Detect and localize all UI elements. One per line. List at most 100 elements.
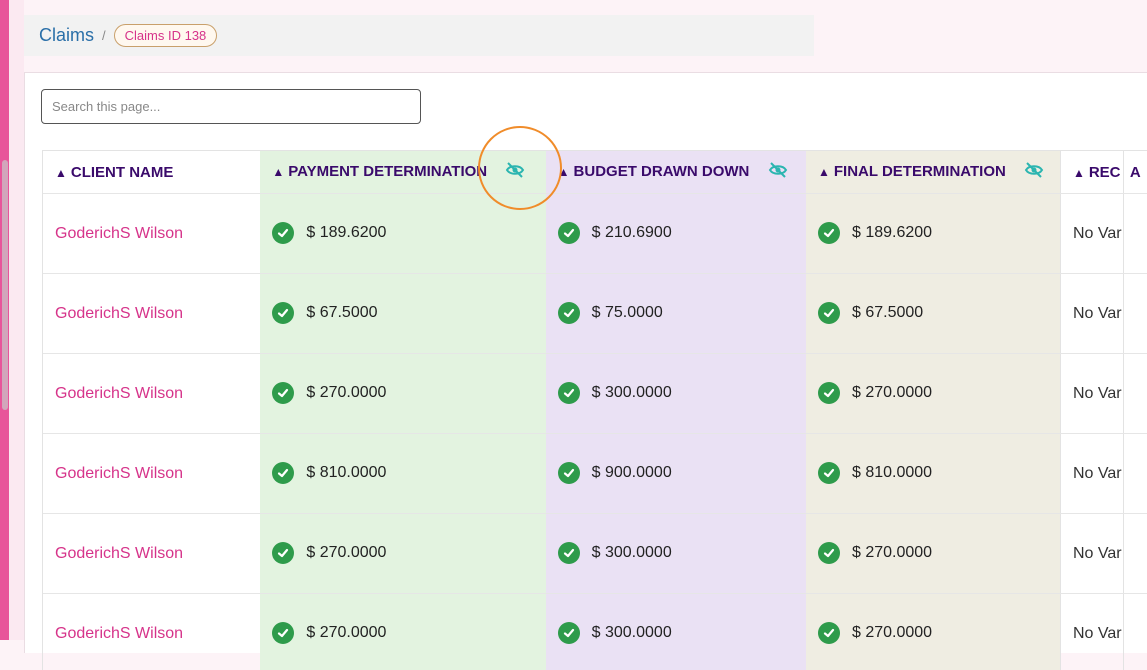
final-determination-value: $ 270.0000 [852, 624, 932, 642]
client-name-link[interactable]: GoderichS Wilson [55, 545, 183, 562]
check-circle-icon [272, 542, 294, 564]
left-gutter [9, 0, 24, 640]
header-client-name[interactable]: ▲ CLIENT NAME [43, 151, 260, 194]
breadcrumb-separator: / [102, 28, 106, 43]
check-circle-icon [558, 542, 580, 564]
budget-drawn-down-cell: $ 300.0000 [546, 594, 806, 670]
check-circle-icon [558, 222, 580, 244]
final-determination-value: $ 67.5000 [852, 304, 923, 322]
budget-drawn-down-cell: $ 210.6900 [546, 194, 806, 274]
table-header-row: ▲CLIENT NAME ▲PAYMENT DETERMINATION ▲BUD… [43, 151, 1147, 194]
header-label: REC [1089, 164, 1121, 181]
next-column-cell [1123, 194, 1147, 274]
check-circle-icon [272, 302, 294, 324]
final-determination-cell: $ 270.0000 [806, 354, 1060, 434]
client-name-link[interactable]: GoderichS Wilson [55, 625, 183, 642]
table-row: GoderichS Wilson $ 270.0000 $ 300.0000 $… [43, 594, 1147, 670]
sort-arrow-icon: ▲ [818, 165, 830, 179]
claims-table: ▲CLIENT NAME ▲PAYMENT DETERMINATION ▲BUD… [43, 150, 1147, 670]
client-name-cell: GoderichS Wilson [43, 514, 260, 594]
scrollbar[interactable] [2, 160, 8, 410]
budget-drawn-down-value: $ 75.0000 [592, 304, 663, 322]
eye-off-icon[interactable] [768, 162, 788, 182]
rec-cell: No Var [1060, 274, 1123, 354]
rec-value: No Var [1073, 625, 1122, 642]
client-name-cell: GoderichS Wilson [43, 594, 260, 670]
client-name-cell: GoderichS Wilson [43, 274, 260, 354]
budget-drawn-down-value: $ 300.0000 [592, 384, 672, 402]
budget-drawn-down-cell: $ 75.0000 [546, 274, 806, 354]
next-column-cell [1123, 594, 1147, 670]
main-panel: ▲CLIENT NAME ▲PAYMENT DETERMINATION ▲BUD… [24, 72, 1147, 653]
check-circle-icon [818, 542, 840, 564]
header-rec[interactable]: ▲ REC [1060, 151, 1123, 194]
rec-cell: No Var [1060, 514, 1123, 594]
check-circle-icon [818, 302, 840, 324]
final-determination-cell: $ 189.6200 [806, 194, 1060, 274]
sort-arrow-icon: ▲ [272, 165, 284, 179]
sort-arrow-icon: ▲ [1073, 166, 1085, 180]
final-determination-value: $ 810.0000 [852, 464, 932, 482]
payment-determination-cell: $ 270.0000 [260, 594, 545, 670]
table-row: GoderichS Wilson $ 270.0000 $ 300.0000 $… [43, 514, 1147, 594]
next-column-cell [1123, 514, 1147, 594]
budget-drawn-down-cell: $ 300.0000 [546, 514, 806, 594]
final-determination-value: $ 270.0000 [852, 544, 932, 562]
payment-determination-cell: $ 810.0000 [260, 434, 545, 514]
rec-value: No Var [1073, 545, 1122, 562]
header-next-column[interactable]: A [1123, 151, 1147, 194]
eye-off-icon[interactable] [1024, 162, 1044, 182]
payment-determination-value: $ 270.0000 [306, 384, 386, 402]
client-name-link[interactable]: GoderichS Wilson [55, 305, 183, 322]
header-final-determination[interactable]: ▲ FINAL DETERMINATION [806, 151, 1060, 194]
client-name-link[interactable]: GoderichS Wilson [55, 385, 183, 402]
payment-determination-value: $ 270.0000 [306, 624, 386, 642]
next-column-cell [1123, 354, 1147, 434]
final-determination-cell: $ 270.0000 [806, 514, 1060, 594]
client-name-cell: GoderichS Wilson [43, 354, 260, 434]
rec-cell: No Var [1060, 194, 1123, 274]
budget-drawn-down-value: $ 900.0000 [592, 464, 672, 482]
table-row: GoderichS Wilson $ 67.5000 $ 75.0000 $ 6… [43, 274, 1147, 354]
header-label: A [1130, 164, 1141, 181]
header-label: BUDGET DRAWN DOWN [574, 163, 750, 180]
table-row: GoderichS Wilson $ 189.6200 $ 210.6900 $… [43, 194, 1147, 274]
payment-determination-value: $ 810.0000 [306, 464, 386, 482]
client-name-cell: GoderichS Wilson [43, 434, 260, 514]
header-label: PAYMENT DETERMINATION [288, 163, 487, 180]
rec-cell: No Var [1060, 594, 1123, 670]
breadcrumb-link-claims[interactable]: Claims [39, 25, 94, 46]
eye-off-icon[interactable] [505, 162, 525, 182]
sort-arrow-icon: ▲ [55, 166, 67, 180]
client-name-link[interactable]: GoderichS Wilson [55, 465, 183, 482]
payment-determination-value: $ 189.6200 [306, 224, 386, 242]
payment-determination-cell: $ 67.5000 [260, 274, 545, 354]
check-circle-icon [818, 622, 840, 644]
check-circle-icon [558, 462, 580, 484]
rec-cell: No Var [1060, 434, 1123, 514]
payment-determination-cell: $ 189.6200 [260, 194, 545, 274]
budget-drawn-down-cell: $ 300.0000 [546, 354, 806, 434]
rec-value: No Var [1073, 385, 1122, 402]
claim-id-badge: Claims ID 138 [114, 24, 218, 47]
rec-cell: No Var [1060, 354, 1123, 434]
check-circle-icon [272, 382, 294, 404]
next-column-cell [1123, 434, 1147, 514]
header-label: CLIENT NAME [71, 164, 174, 181]
header-label: FINAL DETERMINATION [834, 163, 1006, 180]
payment-determination-value: $ 270.0000 [306, 544, 386, 562]
final-determination-cell: $ 810.0000 [806, 434, 1060, 514]
payment-determination-cell: $ 270.0000 [260, 514, 545, 594]
table-row: GoderichS Wilson $ 810.0000 $ 900.0000 $… [43, 434, 1147, 514]
final-determination-value: $ 189.6200 [852, 224, 932, 242]
rec-value: No Var [1073, 305, 1122, 322]
table-row: GoderichS Wilson $ 270.0000 $ 300.0000 $… [43, 354, 1147, 434]
header-budget-drawn-down[interactable]: ▲BUDGET DRAWN DOWN [546, 151, 806, 194]
payment-determination-cell: $ 270.0000 [260, 354, 545, 434]
check-circle-icon [818, 382, 840, 404]
rec-value: No Var [1073, 465, 1122, 482]
client-name-link[interactable]: GoderichS Wilson [55, 225, 183, 242]
header-payment-determination[interactable]: ▲ PAYMENT DETERMINATION [260, 151, 545, 194]
check-circle-icon [558, 622, 580, 644]
search-input[interactable] [41, 89, 421, 124]
